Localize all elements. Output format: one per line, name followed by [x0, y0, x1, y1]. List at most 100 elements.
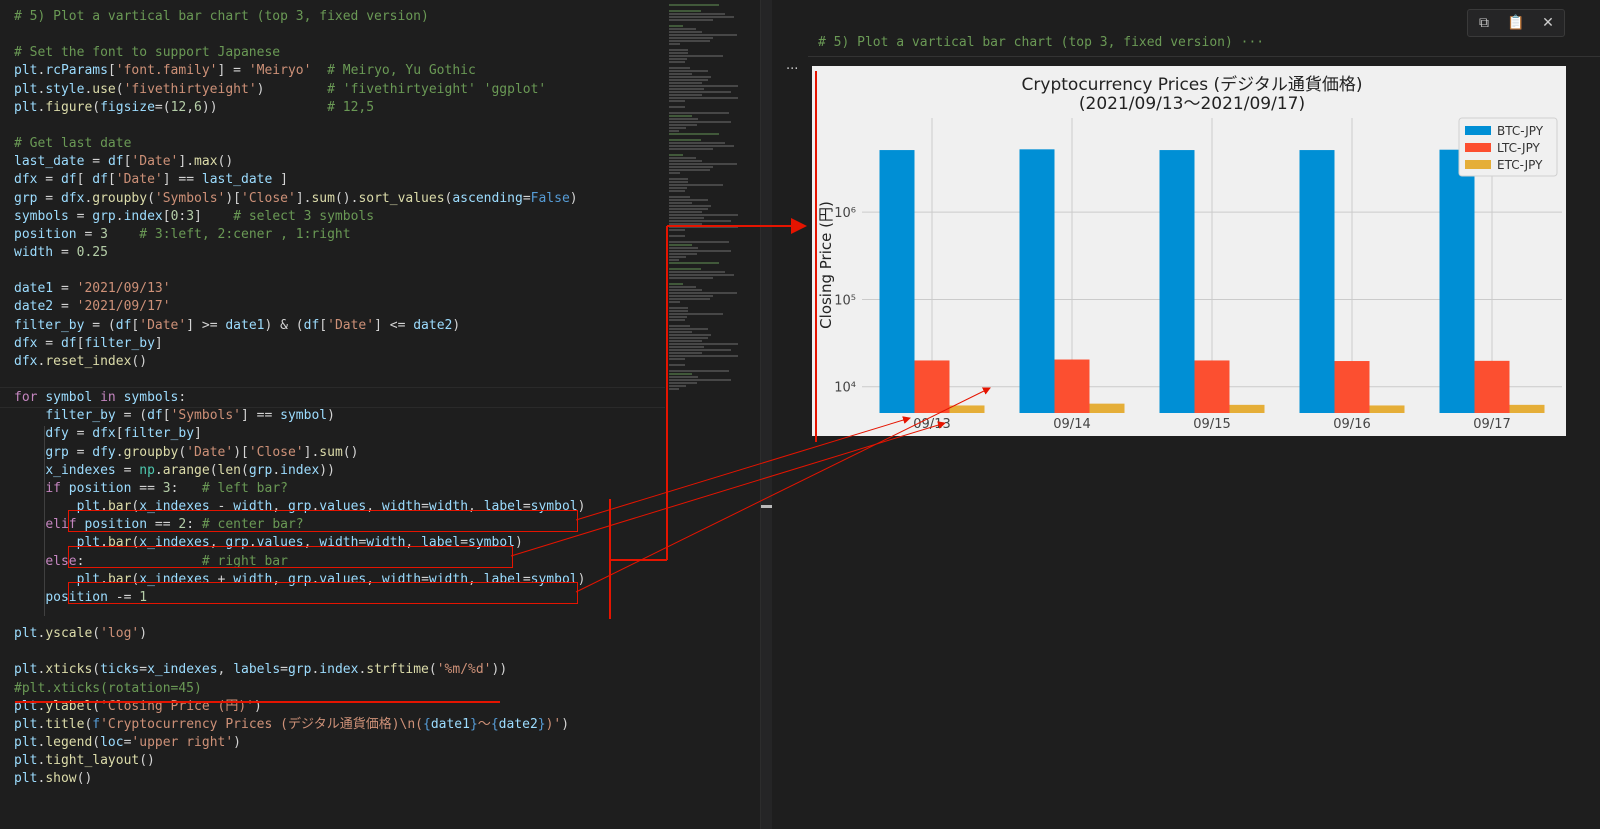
minimap-line: [669, 43, 681, 45]
code-token: arange: [162, 462, 210, 478]
minimap-line: [669, 217, 705, 219]
code-line[interactable]: # Get last date: [14, 134, 131, 153]
bar-btc-jpy: [1439, 149, 1475, 413]
minimap-line: [669, 82, 703, 84]
code-token: df: [60, 335, 77, 351]
code-token: legend: [45, 735, 93, 750]
code-token: #plt.xticks(rotation=45): [14, 680, 202, 696]
code-line[interactable]: date1 = '2021/09/13': [14, 279, 171, 298]
minimap-line: [669, 220, 731, 222]
code-token: labels: [233, 662, 281, 678]
code-token: plt: [14, 698, 38, 714]
code-token: show: [45, 771, 77, 787]
highlight-right-bar-line: [68, 582, 578, 604]
code-token: figure: [45, 99, 93, 115]
code-token: df: [60, 172, 77, 188]
code-token: df: [92, 172, 108, 188]
minimap-line: [669, 247, 699, 249]
code-line[interactable]: # 5) Plot a vartical bar chart (top 3, f…: [14, 7, 429, 26]
minimap-line: [669, 289, 703, 291]
code-token: max: [194, 154, 218, 170]
code-line[interactable]: symbols = grp.index[0:3] # select 3 symb…: [14, 207, 374, 226]
code-token: index: [280, 462, 320, 478]
minimap-line: [669, 355, 739, 357]
code-token: [: [76, 172, 93, 188]
code-line[interactable]: #plt.xticks(rotation=45): [14, 679, 202, 698]
code-token: last_date: [14, 154, 85, 170]
code-token: (: [92, 626, 101, 642]
paste-icon[interactable]: 📋: [1504, 12, 1528, 34]
code-line[interactable]: x_indexes = np.arange(len(grp.index)): [14, 461, 335, 480]
code-token: dfx: [14, 335, 38, 351]
code-line[interactable]: plt.xticks(ticks=x_indexes, labels=grp.i…: [14, 660, 507, 679]
code-token: ): [254, 698, 262, 714]
minimap-line: [669, 181, 688, 183]
code-line[interactable]: dfx = df[filter_by]: [14, 334, 163, 353]
code-line[interactable]: date2 = '2021/09/17': [14, 297, 171, 316]
code-token: 'Symbols': [170, 408, 242, 424]
minimap[interactable]: [665, 0, 760, 829]
code-line[interactable]: plt.show(): [14, 769, 92, 788]
code-token: 6: [194, 99, 202, 115]
code-line[interactable]: grp = dfx.groupby('Symbols')['Close'].su…: [14, 189, 578, 208]
code-token: 'Symbols': [154, 190, 226, 206]
code-token: grp: [248, 462, 273, 478]
code-token: ].: [295, 190, 312, 206]
copy-icon[interactable]: ⧉: [1472, 12, 1496, 34]
code-line[interactable]: plt.title(f'Cryptocurrency Prices (デジタル通…: [14, 715, 569, 734]
code-line[interactable]: plt.figure(figsize=(12,6)) # 12,5: [14, 98, 374, 117]
minimap-line: [669, 148, 713, 150]
code-token: ): [233, 735, 241, 750]
code-line[interactable]: width = 0.25: [14, 243, 108, 262]
code-token: 'font.family': [115, 63, 218, 79]
cell-header[interactable]: # 5) Plot a vartical bar chart (top 3, f…: [818, 35, 1264, 50]
minimap-line: [669, 172, 681, 174]
code-line[interactable]: grp = dfy.groupby('Date')['Close'].sum(): [14, 443, 358, 462]
code-line[interactable]: plt.ylabel('Closing Price (円)'): [14, 697, 262, 716]
code-line[interactable]: filter_by = (df['Symbols'] == symbol): [14, 406, 335, 425]
code-line[interactable]: dfy = dfx[filter_by]: [14, 424, 202, 443]
code-token: grp: [92, 208, 116, 224]
code-token: if: [45, 480, 61, 496]
code-token: plt: [14, 716, 38, 732]
code-token: .: [272, 462, 281, 478]
code-token: =: [84, 154, 108, 170]
minimap-line: [669, 97, 739, 99]
code-line[interactable]: for symbol in symbols:: [14, 388, 186, 407]
minimap-line: [669, 244, 692, 246]
code-token: .: [115, 444, 124, 460]
output-more-button[interactable]: ···: [786, 62, 798, 77]
minimap-line: [669, 241, 729, 243]
code-line[interactable]: plt.rcParams['font.family'] = 'Meiryo' #…: [14, 61, 476, 80]
code-token: index: [123, 208, 163, 224]
minimap-line: [669, 205, 711, 207]
code-line[interactable]: plt.legend(loc='upper right'): [14, 733, 241, 752]
code-editor[interactable]: # 5) Plot a vartical bar chart (top 3, f…: [0, 0, 665, 829]
legend-label: ETC-JPY: [1497, 158, 1543, 172]
minimap-line: [669, 274, 734, 276]
code-line[interactable]: if position == 3: # left bar?: [14, 479, 288, 498]
code-line[interactable]: plt.style.use('fivethirtyeight') # 'five…: [14, 80, 546, 99]
code-line[interactable]: filter_by = (df['Date'] >= date1) & (df[…: [14, 316, 460, 335]
code-token: (: [92, 698, 101, 714]
code-line[interactable]: plt.yscale('log'): [14, 624, 147, 643]
code-token: False: [530, 190, 570, 206]
code-line[interactable]: dfx = df[ df['Date'] == last_date ]: [14, 170, 288, 189]
code-line[interactable]: plt.tight_layout(): [14, 751, 155, 770]
minimap-line: [669, 79, 708, 81]
chart-subtitle: (2021/09/13～2021/09/17): [1079, 94, 1305, 114]
minimap-line: [669, 184, 724, 186]
close-icon[interactable]: ✕: [1536, 12, 1560, 34]
code-token: 'log': [100, 626, 140, 642]
code-token: 'Date': [115, 172, 163, 188]
code-token: groupby: [92, 190, 148, 206]
code-line[interactable]: # Set the font to support Japanese: [14, 43, 280, 62]
code-line[interactable]: position = 3 # 3:left, 2:cener , 1:right: [14, 225, 351, 244]
code-line[interactable]: dfx.reset_index(): [14, 352, 147, 371]
code-line[interactable]: last_date = df['Date'].max(): [14, 152, 233, 171]
code-token: position: [68, 480, 132, 496]
